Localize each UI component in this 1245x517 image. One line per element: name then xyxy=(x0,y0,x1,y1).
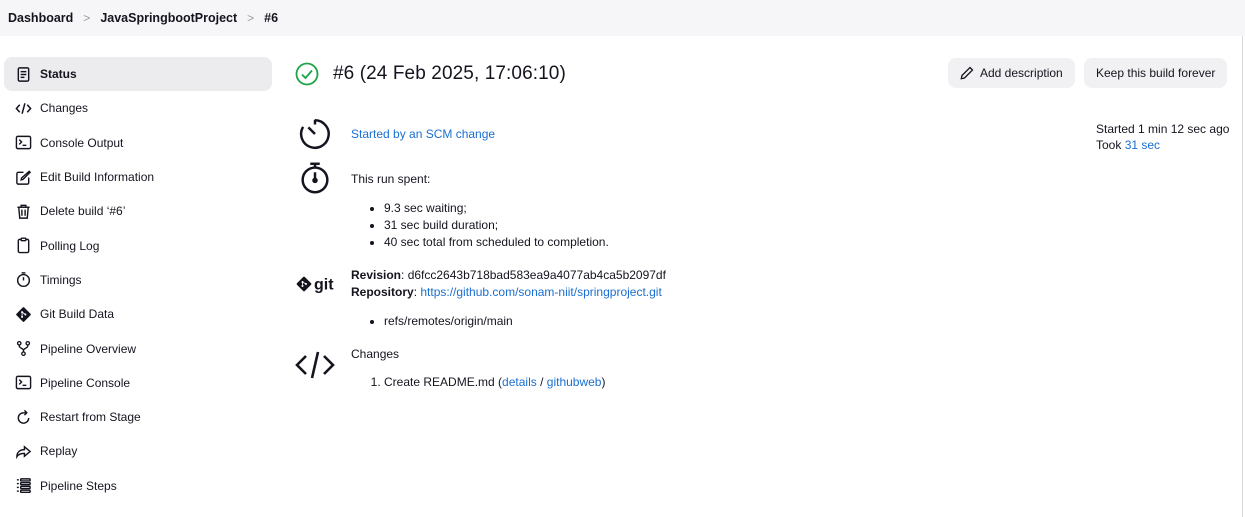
sidebar-item-pipeline-console[interactable]: Pipeline Console xyxy=(4,366,272,400)
list-item: Create README.md (details / githubweb) xyxy=(384,374,605,391)
change-separator: / xyxy=(540,375,544,389)
changes-label: Changes xyxy=(351,347,400,361)
sidebar-item-delete-build[interactable]: Delete build ‘#6’ xyxy=(4,194,272,228)
sidebar-item-label: Replay xyxy=(40,444,78,459)
sidebar-item-label: Timings xyxy=(40,272,82,287)
repository-line: Repository: https://github.com/sonam-nii… xyxy=(351,285,662,299)
sidebar-item-label: Restart from Stage xyxy=(40,410,141,425)
run-spent-label: This run spent: xyxy=(351,172,431,186)
change-details-link[interactable]: details xyxy=(502,375,537,389)
page-title-row: #6 (24 Feb 2025, 17:06:10) xyxy=(295,62,566,86)
document-icon xyxy=(14,65,32,83)
took-duration-link[interactable]: 31 sec xyxy=(1125,138,1160,152)
terminal-icon xyxy=(14,374,32,392)
page-title: #6 (24 Feb 2025, 17:06:10) xyxy=(333,63,566,84)
refs-list: refs/remotes/origin/main xyxy=(351,313,513,330)
sidebar-item-restart-from-stage[interactable]: Restart from Stage xyxy=(4,400,272,434)
breadcrumb-dashboard[interactable]: Dashboard xyxy=(8,11,73,25)
git-icon xyxy=(14,305,32,323)
sidebar-item-label: Status xyxy=(40,67,77,82)
started-by-link[interactable]: Started by an SCM change xyxy=(351,127,495,141)
add-description-button[interactable]: Add description xyxy=(948,58,1075,88)
revision-label: Revision xyxy=(351,268,402,282)
code-icon xyxy=(295,345,335,385)
build-timing-summary: Started 1 min 12 sec ago Took 31 sec xyxy=(1096,122,1229,153)
stopwatch-icon xyxy=(14,271,32,289)
changes-list: Create README.md (details / githubweb) xyxy=(351,374,605,391)
restart-icon xyxy=(14,408,32,426)
sidebar-item-label: Pipeline Console xyxy=(40,375,131,390)
edit-icon xyxy=(14,168,32,186)
repository-link[interactable]: https://github.com/sonam-niit/springproj… xyxy=(420,285,661,299)
list-item: 40 sec total from scheduled to completio… xyxy=(384,234,609,251)
sidebar-item-label: Edit Build Information xyxy=(40,170,155,185)
sidebar-item-label: Changes xyxy=(40,101,89,116)
sidebar-item-label: Pipeline Overview xyxy=(40,341,137,356)
sidebar-item-pipeline-overview[interactable]: Pipeline Overview xyxy=(4,331,272,365)
keep-build-forever-label: Keep this build forever xyxy=(1096,66,1216,80)
took-label: Took xyxy=(1096,137,1122,152)
pencil-icon xyxy=(960,66,974,80)
sidebar-item-label: Git Build Data xyxy=(40,307,115,322)
sidebar-item-polling-log[interactable]: Polling Log xyxy=(4,228,272,262)
change-githubweb-link[interactable]: githubweb xyxy=(547,375,602,389)
add-description-label: Add description xyxy=(980,66,1063,80)
sidebar-item-replay[interactable]: Replay xyxy=(4,434,272,468)
sidebar-item-pipeline-steps[interactable]: Pipeline Steps xyxy=(4,469,272,503)
git-logo-text: git xyxy=(314,277,334,294)
clipboard-icon xyxy=(14,237,32,255)
timer-icon xyxy=(295,114,335,154)
sidebar-item-label: Polling Log xyxy=(40,238,100,253)
list-icon xyxy=(14,477,32,495)
replay-icon xyxy=(14,442,32,460)
took-line: Took 31 sec xyxy=(1096,138,1229,154)
branch-icon xyxy=(14,340,32,358)
change-title: Create README.md xyxy=(384,375,495,389)
sidebar-item-edit-build-information[interactable]: Edit Build Information xyxy=(4,160,272,194)
started-ago: Started 1 min 12 sec ago xyxy=(1096,122,1230,136)
change-close-paren: ) xyxy=(601,375,606,389)
revision-value: d6fcc2643b718bad583ea9a4077ab4ca5b2097df xyxy=(407,268,666,282)
sidebar-item-status[interactable]: Status xyxy=(4,57,272,92)
sidebar-item-console-output[interactable]: Console Output xyxy=(4,126,272,160)
repository-label: Repository xyxy=(351,285,414,299)
sidebar-item-git-build-data[interactable]: Git Build Data xyxy=(4,297,272,331)
run-spent-list: 9.3 sec waiting; 31 sec build duration; … xyxy=(351,200,609,251)
breadcrumb-build[interactable]: #6 xyxy=(264,11,278,25)
sidebar-item-timings[interactable]: Timings xyxy=(4,263,272,297)
sidebar-item-label: Pipeline Steps xyxy=(40,478,117,493)
list-item: 31 sec build duration; xyxy=(384,217,609,234)
breadcrumb-project[interactable]: JavaSpringbootProject xyxy=(100,11,237,25)
sidebar-item-label: Delete build ‘#6’ xyxy=(40,204,126,219)
sidebar: Status Changes Console Output Edit Build… xyxy=(4,57,272,503)
terminal-icon xyxy=(14,134,32,152)
stopwatch-icon xyxy=(295,158,335,198)
success-check-icon xyxy=(295,62,319,86)
list-item: 9.3 sec waiting; xyxy=(384,200,609,217)
sidebar-item-label: Console Output xyxy=(40,135,124,150)
breadcrumb: Dashboard > JavaSpringbootProject > #6 xyxy=(0,0,1245,36)
breadcrumb-separator: > xyxy=(83,11,91,25)
sidebar-item-changes[interactable]: Changes xyxy=(4,91,272,125)
list-item: refs/remotes/origin/main xyxy=(384,313,513,330)
breadcrumb-separator: > xyxy=(247,11,255,25)
git-logo-icon: git xyxy=(295,264,339,304)
revision-line: Revision: d6fcc2643b718bad583ea9a4077ab4… xyxy=(351,268,666,282)
scrollbar-divider xyxy=(1242,36,1243,517)
trash-icon xyxy=(14,202,32,220)
keep-build-forever-button[interactable]: Keep this build forever xyxy=(1084,58,1228,88)
code-icon xyxy=(14,99,32,117)
